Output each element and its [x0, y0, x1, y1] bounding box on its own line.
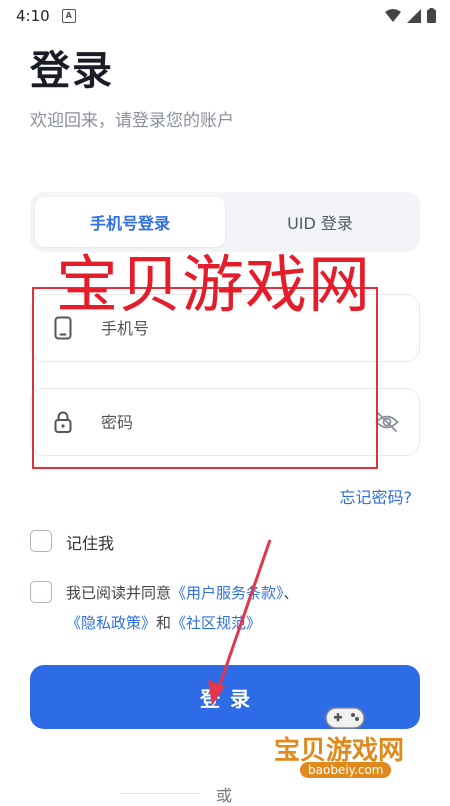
annotation-arrow: [208, 539, 272, 706]
divider-left: [120, 793, 200, 794]
or-divider: 或: [216, 786, 233, 805]
